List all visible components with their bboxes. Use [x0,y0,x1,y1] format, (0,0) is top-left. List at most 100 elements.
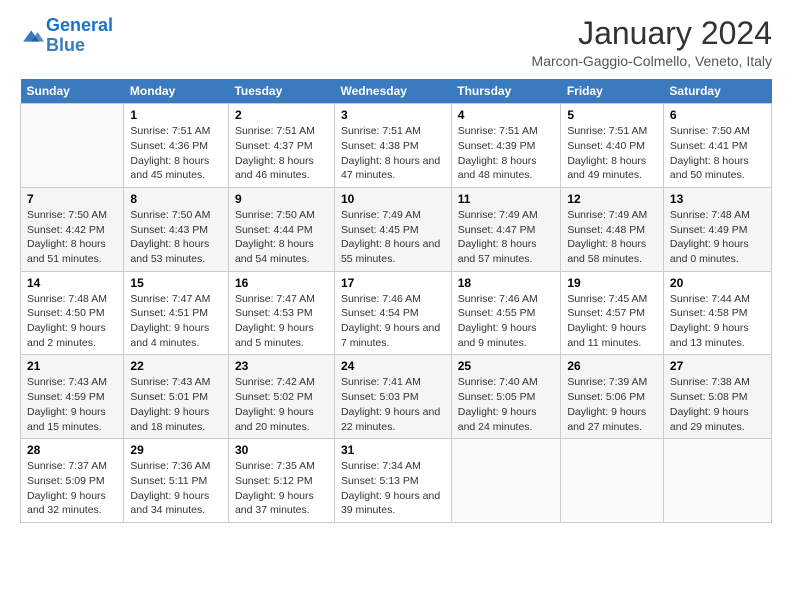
day-number: 18 [458,276,555,290]
daylight-text: Daylight: 8 hours and 55 minutes. [341,237,445,266]
day-info: Sunrise: 7:50 AMSunset: 4:42 PMDaylight:… [27,208,117,267]
day-cell [561,439,664,523]
day-cell: 15Sunrise: 7:47 AMSunset: 4:51 PMDayligh… [124,271,229,355]
daylight-text: Daylight: 8 hours and 57 minutes. [458,237,555,266]
day-number: 22 [130,359,222,373]
sunset-text: Sunset: 5:02 PM [235,390,328,405]
sunrise-text: Sunrise: 7:51 AM [341,124,445,139]
day-info: Sunrise: 7:40 AMSunset: 5:05 PMDaylight:… [458,375,555,434]
sunset-text: Sunset: 4:38 PM [341,139,445,154]
sunrise-text: Sunrise: 7:50 AM [27,208,117,223]
sunrise-text: Sunrise: 7:44 AM [670,292,765,307]
day-cell: 26Sunrise: 7:39 AMSunset: 5:06 PMDayligh… [561,355,664,439]
day-info: Sunrise: 7:41 AMSunset: 5:03 PMDaylight:… [341,375,445,434]
day-cell: 16Sunrise: 7:47 AMSunset: 4:53 PMDayligh… [228,271,334,355]
daylight-text: Daylight: 9 hours and 37 minutes. [235,489,328,518]
day-info: Sunrise: 7:50 AMSunset: 4:41 PMDaylight:… [670,124,765,183]
day-info: Sunrise: 7:49 AMSunset: 4:48 PMDaylight:… [567,208,657,267]
day-info: Sunrise: 7:48 AMSunset: 4:49 PMDaylight:… [670,208,765,267]
sunset-text: Sunset: 4:36 PM [130,139,222,154]
sunset-text: Sunset: 5:06 PM [567,390,657,405]
day-cell: 10Sunrise: 7:49 AMSunset: 4:45 PMDayligh… [334,187,451,271]
day-number: 15 [130,276,222,290]
week-row-5: 28Sunrise: 7:37 AMSunset: 5:09 PMDayligh… [21,439,772,523]
day-cell: 19Sunrise: 7:45 AMSunset: 4:57 PMDayligh… [561,271,664,355]
sunrise-text: Sunrise: 7:49 AM [567,208,657,223]
day-number: 26 [567,359,657,373]
sunset-text: Sunset: 4:44 PM [235,223,328,238]
day-cell: 13Sunrise: 7:48 AMSunset: 4:49 PMDayligh… [663,187,771,271]
sunrise-text: Sunrise: 7:47 AM [235,292,328,307]
day-number: 2 [235,108,328,122]
sunrise-text: Sunrise: 7:49 AM [341,208,445,223]
sunset-text: Sunset: 4:37 PM [235,139,328,154]
calendar-table: SundayMondayTuesdayWednesdayThursdayFrid… [20,79,772,523]
daylight-text: Daylight: 8 hours and 50 minutes. [670,154,765,183]
day-cell: 17Sunrise: 7:46 AMSunset: 4:54 PMDayligh… [334,271,451,355]
daylight-text: Daylight: 9 hours and 11 minutes. [567,321,657,350]
sunrise-text: Sunrise: 7:40 AM [458,375,555,390]
daylight-text: Daylight: 9 hours and 15 minutes. [27,405,117,434]
sunrise-text: Sunrise: 7:38 AM [670,375,765,390]
sunset-text: Sunset: 4:59 PM [27,390,117,405]
day-info: Sunrise: 7:35 AMSunset: 5:12 PMDaylight:… [235,459,328,518]
day-info: Sunrise: 7:49 AMSunset: 4:45 PMDaylight:… [341,208,445,267]
sunrise-text: Sunrise: 7:51 AM [458,124,555,139]
daylight-text: Daylight: 9 hours and 20 minutes. [235,405,328,434]
daylight-text: Daylight: 8 hours and 54 minutes. [235,237,328,266]
day-info: Sunrise: 7:43 AMSunset: 4:59 PMDaylight:… [27,375,117,434]
sunrise-text: Sunrise: 7:43 AM [27,375,117,390]
col-header-tuesday: Tuesday [228,79,334,104]
day-number: 14 [27,276,117,290]
day-cell: 18Sunrise: 7:46 AMSunset: 4:55 PMDayligh… [451,271,561,355]
day-cell: 8 Sunrise: 7:50 AMSunset: 4:43 PMDaylight… [124,187,229,271]
day-number: 7 [27,192,117,206]
day-info: Sunrise: 7:36 AMSunset: 5:11 PMDaylight:… [130,459,222,518]
day-cell: 25Sunrise: 7:40 AMSunset: 5:05 PMDayligh… [451,355,561,439]
daylight-text: Daylight: 8 hours and 58 minutes. [567,237,657,266]
col-header-saturday: Saturday [663,79,771,104]
sunset-text: Sunset: 4:55 PM [458,306,555,321]
day-info: Sunrise: 7:51 AMSunset: 4:37 PMDaylight:… [235,124,328,183]
sunrise-text: Sunrise: 7:39 AM [567,375,657,390]
sunset-text: Sunset: 4:41 PM [670,139,765,154]
day-number: 8 [130,192,222,206]
daylight-text: Daylight: 9 hours and 24 minutes. [458,405,555,434]
day-cell: 2 Sunrise: 7:51 AMSunset: 4:37 PMDaylight… [228,104,334,188]
daylight-text: Daylight: 8 hours and 48 minutes. [458,154,555,183]
daylight-text: Daylight: 9 hours and 29 minutes. [670,405,765,434]
daylight-text: Daylight: 9 hours and 39 minutes. [341,489,445,518]
sunset-text: Sunset: 5:05 PM [458,390,555,405]
sunset-text: Sunset: 5:11 PM [130,474,222,489]
day-cell: 20Sunrise: 7:44 AMSunset: 4:58 PMDayligh… [663,271,771,355]
sunrise-text: Sunrise: 7:51 AM [130,124,222,139]
day-number: 30 [235,443,328,457]
day-cell: 22Sunrise: 7:43 AMSunset: 5:01 PMDayligh… [124,355,229,439]
sunset-text: Sunset: 4:53 PM [235,306,328,321]
sunset-text: Sunset: 5:08 PM [670,390,765,405]
day-info: Sunrise: 7:47 AMSunset: 4:53 PMDaylight:… [235,292,328,351]
daylight-text: Daylight: 9 hours and 34 minutes. [130,489,222,518]
day-info: Sunrise: 7:50 AMSunset: 4:43 PMDaylight:… [130,208,222,267]
day-cell: 12Sunrise: 7:49 AMSunset: 4:48 PMDayligh… [561,187,664,271]
daylight-text: Daylight: 9 hours and 13 minutes. [670,321,765,350]
day-info: Sunrise: 7:45 AMSunset: 4:57 PMDaylight:… [567,292,657,351]
daylight-text: Daylight: 9 hours and 22 minutes. [341,405,445,434]
logo: General Blue [20,16,113,56]
day-number: 5 [567,108,657,122]
day-cell [21,104,124,188]
day-cell: 27Sunrise: 7:38 AMSunset: 5:08 PMDayligh… [663,355,771,439]
day-cell: 30 Sunrise: 7:35 AMSunset: 5:12 PMDayligh… [228,439,334,523]
day-cell: 1 Sunrise: 7:51 AMSunset: 4:36 PMDaylight… [124,104,229,188]
day-number: 29 [130,443,222,457]
sunrise-text: Sunrise: 7:35 AM [235,459,328,474]
day-number: 23 [235,359,328,373]
day-cell: 14Sunrise: 7:48 AMSunset: 4:50 PMDayligh… [21,271,124,355]
day-cell [451,439,561,523]
header-row: SundayMondayTuesdayWednesdayThursdayFrid… [21,79,772,104]
day-cell: 21Sunrise: 7:43 AMSunset: 4:59 PMDayligh… [21,355,124,439]
daylight-text: Daylight: 8 hours and 53 minutes. [130,237,222,266]
day-number: 1 [130,108,222,122]
day-info: Sunrise: 7:51 AMSunset: 4:36 PMDaylight:… [130,124,222,183]
day-info: Sunrise: 7:51 AMSunset: 4:40 PMDaylight:… [567,124,657,183]
